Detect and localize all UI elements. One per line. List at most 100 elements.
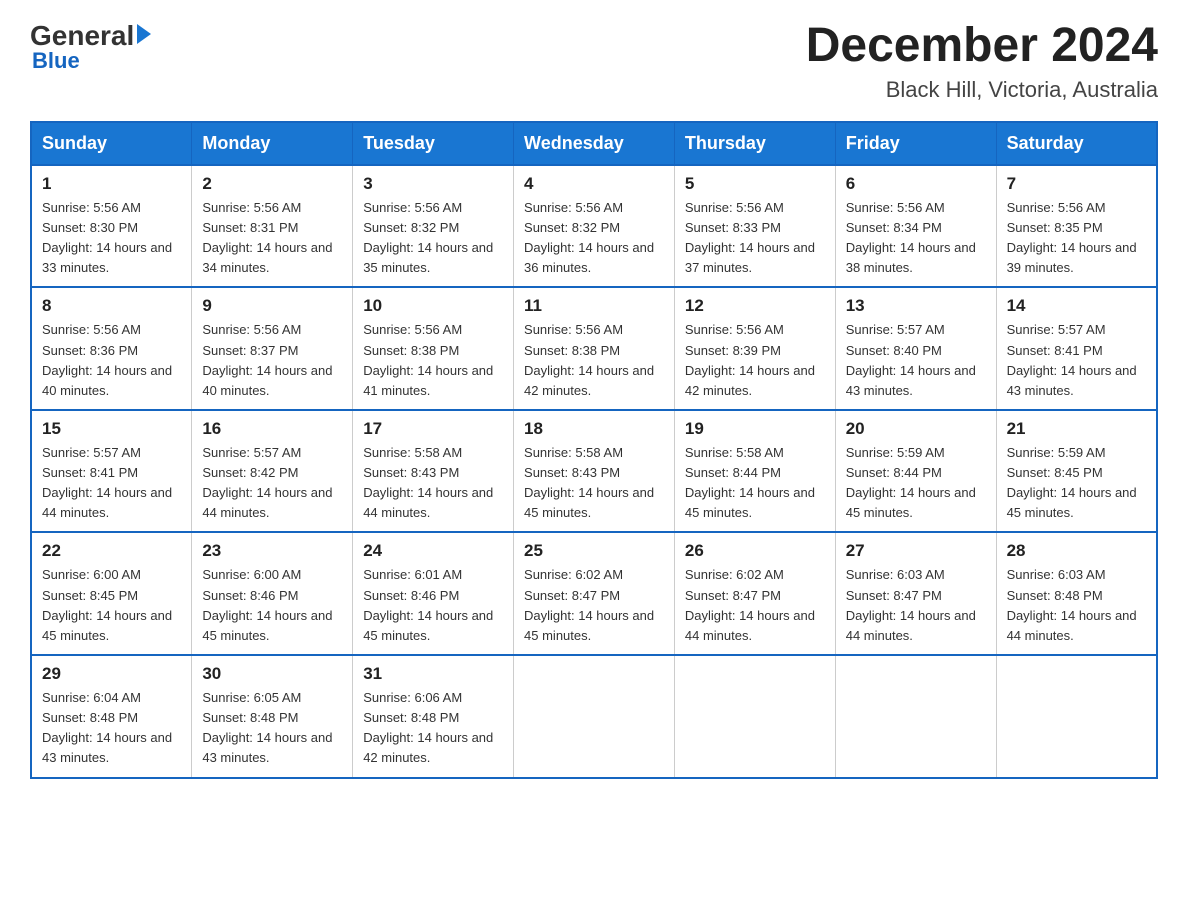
day-number: 3 (363, 174, 503, 194)
calendar-cell: 27 Sunrise: 6:03 AM Sunset: 8:47 PM Dayl… (835, 532, 996, 655)
logo-blue-text: Blue (32, 48, 80, 74)
calendar-cell: 3 Sunrise: 5:56 AM Sunset: 8:32 PM Dayli… (353, 165, 514, 288)
calendar-cell: 2 Sunrise: 5:56 AM Sunset: 8:31 PM Dayli… (192, 165, 353, 288)
calendar-cell: 16 Sunrise: 5:57 AM Sunset: 8:42 PM Dayl… (192, 410, 353, 533)
day-info: Sunrise: 5:56 AM Sunset: 8:35 PM Dayligh… (1007, 198, 1146, 279)
day-number: 4 (524, 174, 664, 194)
day-number: 18 (524, 419, 664, 439)
day-info: Sunrise: 5:59 AM Sunset: 8:44 PM Dayligh… (846, 443, 986, 524)
col-saturday: Saturday (996, 122, 1157, 165)
calendar-cell: 12 Sunrise: 5:56 AM Sunset: 8:39 PM Dayl… (674, 287, 835, 410)
day-number: 14 (1007, 296, 1146, 316)
logo: General Blue (30, 20, 151, 74)
day-number: 2 (202, 174, 342, 194)
col-thursday: Thursday (674, 122, 835, 165)
day-number: 10 (363, 296, 503, 316)
day-number: 28 (1007, 541, 1146, 561)
calendar-cell: 8 Sunrise: 5:56 AM Sunset: 8:36 PM Dayli… (31, 287, 192, 410)
calendar-header-row: Sunday Monday Tuesday Wednesday Thursday… (31, 122, 1157, 165)
day-info: Sunrise: 5:56 AM Sunset: 8:37 PM Dayligh… (202, 320, 342, 401)
day-info: Sunrise: 5:56 AM Sunset: 8:38 PM Dayligh… (363, 320, 503, 401)
calendar-cell: 23 Sunrise: 6:00 AM Sunset: 8:46 PM Dayl… (192, 532, 353, 655)
col-wednesday: Wednesday (514, 122, 675, 165)
day-info: Sunrise: 5:56 AM Sunset: 8:33 PM Dayligh… (685, 198, 825, 279)
calendar-week-row: 8 Sunrise: 5:56 AM Sunset: 8:36 PM Dayli… (31, 287, 1157, 410)
calendar-week-row: 1 Sunrise: 5:56 AM Sunset: 8:30 PM Dayli… (31, 165, 1157, 288)
day-info: Sunrise: 5:56 AM Sunset: 8:30 PM Dayligh… (42, 198, 181, 279)
day-number: 21 (1007, 419, 1146, 439)
calendar-week-row: 22 Sunrise: 6:00 AM Sunset: 8:45 PM Dayl… (31, 532, 1157, 655)
calendar-cell: 29 Sunrise: 6:04 AM Sunset: 8:48 PM Dayl… (31, 655, 192, 778)
day-number: 27 (846, 541, 986, 561)
day-info: Sunrise: 6:03 AM Sunset: 8:47 PM Dayligh… (846, 565, 986, 646)
day-number: 20 (846, 419, 986, 439)
calendar-cell: 9 Sunrise: 5:56 AM Sunset: 8:37 PM Dayli… (192, 287, 353, 410)
day-number: 1 (42, 174, 181, 194)
day-info: Sunrise: 5:58 AM Sunset: 8:43 PM Dayligh… (363, 443, 503, 524)
day-number: 11 (524, 296, 664, 316)
calendar-cell: 11 Sunrise: 5:56 AM Sunset: 8:38 PM Dayl… (514, 287, 675, 410)
calendar-cell: 4 Sunrise: 5:56 AM Sunset: 8:32 PM Dayli… (514, 165, 675, 288)
day-number: 8 (42, 296, 181, 316)
day-info: Sunrise: 5:56 AM Sunset: 8:31 PM Dayligh… (202, 198, 342, 279)
day-info: Sunrise: 6:01 AM Sunset: 8:46 PM Dayligh… (363, 565, 503, 646)
day-info: Sunrise: 5:56 AM Sunset: 8:39 PM Dayligh… (685, 320, 825, 401)
page-header: General Blue December 2024 Black Hill, V… (30, 20, 1158, 103)
calendar-cell: 24 Sunrise: 6:01 AM Sunset: 8:46 PM Dayl… (353, 532, 514, 655)
day-info: Sunrise: 6:02 AM Sunset: 8:47 PM Dayligh… (685, 565, 825, 646)
day-number: 17 (363, 419, 503, 439)
calendar-cell (514, 655, 675, 778)
day-number: 5 (685, 174, 825, 194)
calendar-cell: 17 Sunrise: 5:58 AM Sunset: 8:43 PM Dayl… (353, 410, 514, 533)
calendar-cell: 28 Sunrise: 6:03 AM Sunset: 8:48 PM Dayl… (996, 532, 1157, 655)
calendar-cell: 15 Sunrise: 5:57 AM Sunset: 8:41 PM Dayl… (31, 410, 192, 533)
calendar-week-row: 15 Sunrise: 5:57 AM Sunset: 8:41 PM Dayl… (31, 410, 1157, 533)
day-info: Sunrise: 5:57 AM Sunset: 8:41 PM Dayligh… (1007, 320, 1146, 401)
logo-arrow-icon (137, 24, 151, 44)
day-number: 22 (42, 541, 181, 561)
day-number: 15 (42, 419, 181, 439)
calendar-cell: 19 Sunrise: 5:58 AM Sunset: 8:44 PM Dayl… (674, 410, 835, 533)
col-friday: Friday (835, 122, 996, 165)
month-title: December 2024 (806, 20, 1158, 73)
col-tuesday: Tuesday (353, 122, 514, 165)
col-sunday: Sunday (31, 122, 192, 165)
day-number: 31 (363, 664, 503, 684)
day-number: 7 (1007, 174, 1146, 194)
day-number: 6 (846, 174, 986, 194)
day-number: 16 (202, 419, 342, 439)
day-number: 23 (202, 541, 342, 561)
day-number: 26 (685, 541, 825, 561)
calendar-cell: 7 Sunrise: 5:56 AM Sunset: 8:35 PM Dayli… (996, 165, 1157, 288)
day-number: 19 (685, 419, 825, 439)
day-info: Sunrise: 5:56 AM Sunset: 8:36 PM Dayligh… (42, 320, 181, 401)
day-number: 12 (685, 296, 825, 316)
calendar-cell: 20 Sunrise: 5:59 AM Sunset: 8:44 PM Dayl… (835, 410, 996, 533)
day-info: Sunrise: 6:00 AM Sunset: 8:46 PM Dayligh… (202, 565, 342, 646)
day-info: Sunrise: 6:03 AM Sunset: 8:48 PM Dayligh… (1007, 565, 1146, 646)
day-info: Sunrise: 5:56 AM Sunset: 8:32 PM Dayligh… (524, 198, 664, 279)
day-info: Sunrise: 6:06 AM Sunset: 8:48 PM Dayligh… (363, 688, 503, 769)
calendar-cell: 10 Sunrise: 5:56 AM Sunset: 8:38 PM Dayl… (353, 287, 514, 410)
day-info: Sunrise: 6:00 AM Sunset: 8:45 PM Dayligh… (42, 565, 181, 646)
day-number: 30 (202, 664, 342, 684)
day-number: 9 (202, 296, 342, 316)
day-info: Sunrise: 5:58 AM Sunset: 8:43 PM Dayligh… (524, 443, 664, 524)
calendar-cell: 18 Sunrise: 5:58 AM Sunset: 8:43 PM Dayl… (514, 410, 675, 533)
calendar-cell: 30 Sunrise: 6:05 AM Sunset: 8:48 PM Dayl… (192, 655, 353, 778)
calendar-table: Sunday Monday Tuesday Wednesday Thursday… (30, 121, 1158, 779)
calendar-cell: 25 Sunrise: 6:02 AM Sunset: 8:47 PM Dayl… (514, 532, 675, 655)
day-info: Sunrise: 5:57 AM Sunset: 8:42 PM Dayligh… (202, 443, 342, 524)
calendar-cell: 13 Sunrise: 5:57 AM Sunset: 8:40 PM Dayl… (835, 287, 996, 410)
day-info: Sunrise: 6:05 AM Sunset: 8:48 PM Dayligh… (202, 688, 342, 769)
day-number: 25 (524, 541, 664, 561)
calendar-cell: 14 Sunrise: 5:57 AM Sunset: 8:41 PM Dayl… (996, 287, 1157, 410)
calendar-cell (996, 655, 1157, 778)
calendar-cell: 1 Sunrise: 5:56 AM Sunset: 8:30 PM Dayli… (31, 165, 192, 288)
calendar-cell: 22 Sunrise: 6:00 AM Sunset: 8:45 PM Dayl… (31, 532, 192, 655)
location-text: Black Hill, Victoria, Australia (806, 77, 1158, 103)
calendar-cell: 31 Sunrise: 6:06 AM Sunset: 8:48 PM Dayl… (353, 655, 514, 778)
day-info: Sunrise: 5:57 AM Sunset: 8:41 PM Dayligh… (42, 443, 181, 524)
calendar-cell (674, 655, 835, 778)
calendar-cell: 6 Sunrise: 5:56 AM Sunset: 8:34 PM Dayli… (835, 165, 996, 288)
